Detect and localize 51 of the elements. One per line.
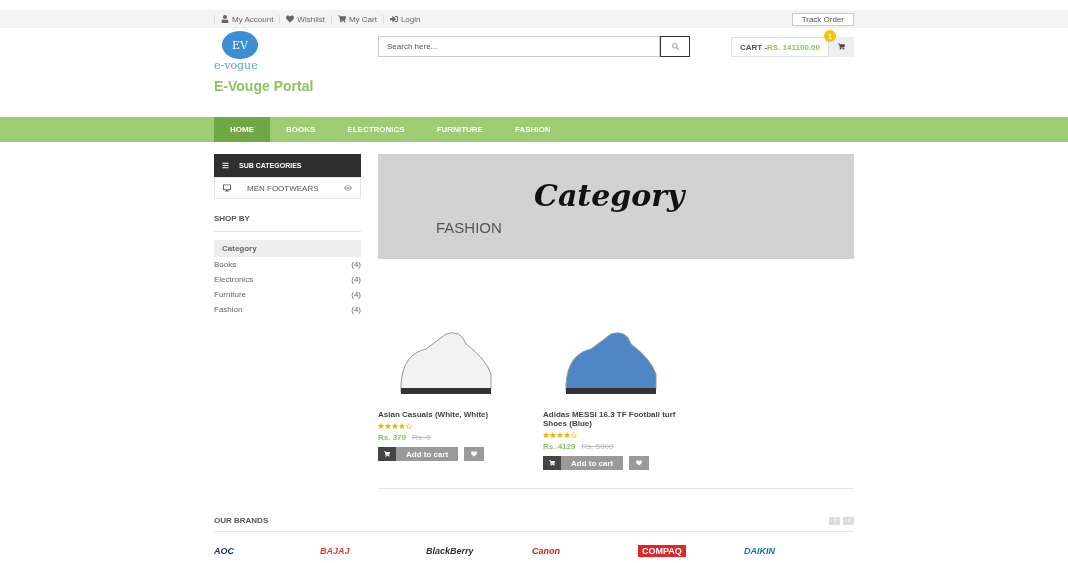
old-price: Rs. 0	[412, 433, 431, 442]
heart-icon	[636, 459, 643, 466]
track-order-button[interactable]: Track Order	[791, 12, 854, 26]
chevron-left-icon	[832, 518, 837, 522]
filter-heading: Category	[214, 240, 361, 257]
cart-icon	[838, 43, 845, 50]
cart-button[interactable]	[829, 37, 854, 57]
wishlist-button[interactable]	[629, 456, 650, 470]
cart-icon	[549, 460, 555, 466]
top-link[interactable]: My Cart	[330, 14, 383, 24]
brand-logo[interactable]: BlackBerry	[426, 546, 532, 556]
category-link[interactable]: Fashion (4)	[214, 302, 361, 317]
category-link[interactable]: Books (4)	[214, 257, 361, 272]
banner-subheading: FASHION	[436, 219, 503, 236]
shop-by-heading: SHOP BY	[214, 214, 361, 232]
wishlist-button[interactable]	[464, 447, 485, 461]
top-link[interactable]: Login	[382, 14, 427, 24]
search-button[interactable]	[660, 36, 690, 57]
cart-count-badge: 1	[824, 30, 836, 42]
menu-icon	[222, 162, 229, 169]
logo-badge: EV	[222, 31, 258, 59]
category-link[interactable]: Electronics (4)	[214, 272, 361, 287]
search-icon	[671, 42, 679, 50]
heart-icon	[471, 450, 478, 457]
person-icon	[221, 15, 229, 23]
chevron-right-icon	[846, 518, 851, 522]
portal-title: E-Vouge Portal	[214, 78, 315, 94]
brand-logo[interactable]: AOC	[214, 546, 320, 556]
monitor-icon	[223, 184, 231, 192]
brand-logo[interactable]: DAIKIN	[744, 546, 850, 556]
search-field[interactable]: Search here...	[378, 36, 660, 57]
brand-logo[interactable]: Canon	[532, 546, 638, 556]
product-name[interactable]: Adidas MESSI 16.3 TF Football turf Shoes (Blue)	[543, 410, 678, 428]
top-link[interactable]: Wishlist	[279, 14, 331, 24]
top-link[interactable]: My Account	[214, 14, 280, 24]
heart-icon	[286, 15, 295, 23]
price: Rs. 379	[378, 433, 407, 442]
price: Rs. 4129	[543, 442, 576, 451]
sub-category-item[interactable]: MEN FOOTWEARS	[214, 177, 361, 199]
cart-icon	[384, 451, 390, 457]
product-name[interactable]: Asian Casuals (White, White)	[378, 410, 513, 419]
brand-logo[interactable]: BAJAJ	[320, 546, 426, 556]
brands-heading: OUR BRANDS	[214, 516, 269, 525]
old-price: Rs. 5000	[581, 442, 614, 451]
logo-wordmark: e-vogue	[214, 59, 259, 72]
category-link[interactable]: Furniture (4)	[214, 287, 361, 302]
eye-icon	[344, 184, 352, 192]
login-icon	[389, 15, 398, 23]
cart-total: CART -RS. 141100.00	[730, 37, 829, 57]
cart-icon	[337, 15, 346, 23]
banner-heading: Category	[534, 178, 687, 213]
